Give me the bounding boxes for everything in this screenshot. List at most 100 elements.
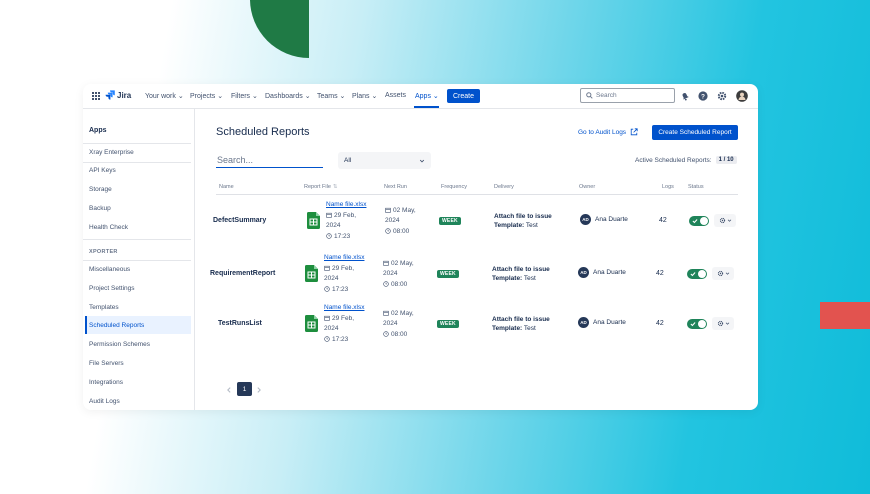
nav-apps[interactable]: Apps ⌄ [415, 92, 439, 100]
delivery-info: Attach file to issue Template: Test [492, 265, 550, 283]
sidebar-divider [83, 162, 191, 163]
delivery-template-value: Test [522, 325, 536, 332]
page-title: Scheduled Reports [216, 126, 310, 138]
settings-icon[interactable] [717, 91, 727, 101]
owner-name: Ana Duarte [593, 269, 626, 276]
next-run-date: 02 May, [383, 309, 414, 319]
nav-dashboards[interactable]: Dashboards ⌄ [265, 92, 311, 100]
chevron-right-icon[interactable] [255, 386, 263, 394]
next-run-year: 2024 [383, 270, 398, 277]
sidebar-item-integrations[interactable]: Integrations [89, 379, 123, 386]
calendar-icon [326, 212, 332, 218]
report-actions-button[interactable] [712, 267, 734, 280]
table-row[interactable]: DefectSummary Name file.xlsx 29 Feb, 202… [83, 197, 758, 249]
report-file-link[interactable]: Name file.xlsx [326, 201, 366, 208]
report-actions-button[interactable] [712, 317, 734, 330]
column-header-label: Frequency [441, 184, 467, 190]
next-run-date-line1: 02 May, [391, 260, 414, 267]
sidebar-item-xray-enterprise[interactable]: Xray Enterprise [89, 149, 134, 156]
delivery-info: Attach file to issue Template: Test [494, 212, 552, 230]
sidebar-item-file-servers[interactable]: File Servers [89, 360, 124, 367]
app-switcher-grid-icon[interactable] [92, 92, 100, 100]
nav-filters[interactable]: Filters ⌄ [231, 92, 258, 100]
gear-icon [717, 270, 723, 277]
column-header-label: Name [219, 184, 234, 190]
logs-count[interactable]: 42 [656, 320, 664, 327]
column-header-report-file[interactable]: Report File ⇅ [304, 184, 338, 190]
report-name: RequirementReport [210, 270, 276, 277]
status-toggle[interactable] [687, 269, 707, 279]
avatar: AD [578, 317, 589, 328]
column-header-next-run[interactable]: Next Run [384, 184, 407, 190]
reports-search-input[interactable] [216, 152, 323, 168]
logs-count[interactable]: 42 [659, 217, 667, 224]
calendar-icon [324, 265, 330, 271]
clock-icon [385, 228, 391, 234]
report-file-date: 29 Feb, [326, 211, 356, 221]
column-header-label: Owner [579, 184, 596, 190]
column-header-label: Delivery [494, 184, 514, 190]
top-navigation: Jira Your work ⌄ Projects ⌄ Filters ⌄ Da… [83, 84, 758, 109]
chevron-left-icon[interactable] [225, 386, 233, 394]
nav-assets[interactable]: Assets [385, 92, 406, 99]
report-file-time: 17:23 [324, 335, 348, 345]
column-header-name[interactable]: Name [219, 184, 234, 190]
create-button[interactable]: Create [447, 89, 480, 103]
clock-icon [324, 336, 330, 342]
status-toggle[interactable] [687, 319, 707, 329]
spreadsheet-file-icon [305, 315, 318, 332]
next-run-time-value: 08:00 [393, 228, 410, 235]
filter-select-value: All [344, 157, 352, 164]
logs-count[interactable]: 42 [656, 270, 664, 277]
column-header-status[interactable]: Status [688, 184, 704, 190]
avatar: AD [580, 214, 591, 225]
nav-teams[interactable]: Teams ⌄ [317, 92, 345, 100]
report-file-link[interactable]: Name file.xlsx [324, 304, 364, 311]
delivery-template-value: Test [522, 275, 536, 282]
nav-projects[interactable]: Projects ⌄ [190, 92, 223, 100]
column-header-label: Status [688, 184, 704, 190]
clock-icon [383, 281, 389, 287]
nav-your-work[interactable]: Your work ⌄ [145, 92, 184, 100]
calendar-icon [383, 260, 389, 266]
report-file-time: 17:23 [324, 285, 348, 295]
column-header-frequency[interactable]: Frequency [441, 184, 467, 190]
avatar[interactable] [736, 90, 748, 102]
pagination-current-page[interactable]: 1 [237, 382, 252, 396]
column-header-label: Next Run [384, 184, 407, 190]
chevron-down-icon [727, 219, 731, 222]
create-scheduled-report-button[interactable]: Create Scheduled Report [652, 125, 738, 140]
check-icon [690, 272, 696, 277]
report-file-date: 29 Feb, [324, 264, 354, 274]
active-reports-counter: Active Scheduled Reports: 1 / 10 [635, 156, 737, 164]
nav-plans[interactable]: Plans ⌄ [352, 92, 377, 100]
clock-icon [324, 286, 330, 292]
notifications-icon[interactable] [680, 91, 690, 101]
sidebar-divider [83, 143, 191, 144]
help-icon[interactable]: ? [698, 91, 708, 101]
svg-text:?: ? [701, 93, 705, 100]
jira-logo-icon [105, 90, 115, 100]
report-actions-button[interactable] [714, 214, 736, 227]
chevron-down-icon [419, 159, 425, 163]
sidebar-item-api-keys[interactable]: API Keys [89, 167, 116, 174]
report-file-link[interactable]: Name file.xlsx [324, 254, 364, 261]
next-run-time-value: 08:00 [391, 331, 408, 338]
table-row[interactable]: RequirementReport Name file.xlsx 29 Feb,… [83, 250, 758, 302]
report-file-time-value: 17:23 [334, 233, 351, 240]
report-name: TestRunsList [218, 320, 262, 327]
audit-logs-link[interactable]: Go to Audit Logs [578, 128, 638, 136]
column-header-logs[interactable]: Logs [662, 184, 674, 190]
status-toggle[interactable] [689, 216, 709, 226]
sidebar-item-audit-logs[interactable]: Audit Logs [89, 398, 120, 405]
column-header-delivery[interactable]: Delivery [494, 184, 514, 190]
report-file-year: 2024 [326, 222, 341, 229]
column-header-label: Report File [304, 184, 331, 190]
filter-select[interactable]: All [338, 152, 431, 169]
jira-logo[interactable]: Jira [105, 90, 131, 100]
gear-icon [719, 217, 725, 224]
global-search-input[interactable]: Search [580, 88, 675, 103]
column-header-owner[interactable]: Owner [579, 184, 595, 190]
table-row[interactable]: TestRunsList Name file.xlsx 29 Feb, 2024… [83, 300, 758, 352]
sidebar-item-storage[interactable]: Storage [89, 186, 112, 193]
